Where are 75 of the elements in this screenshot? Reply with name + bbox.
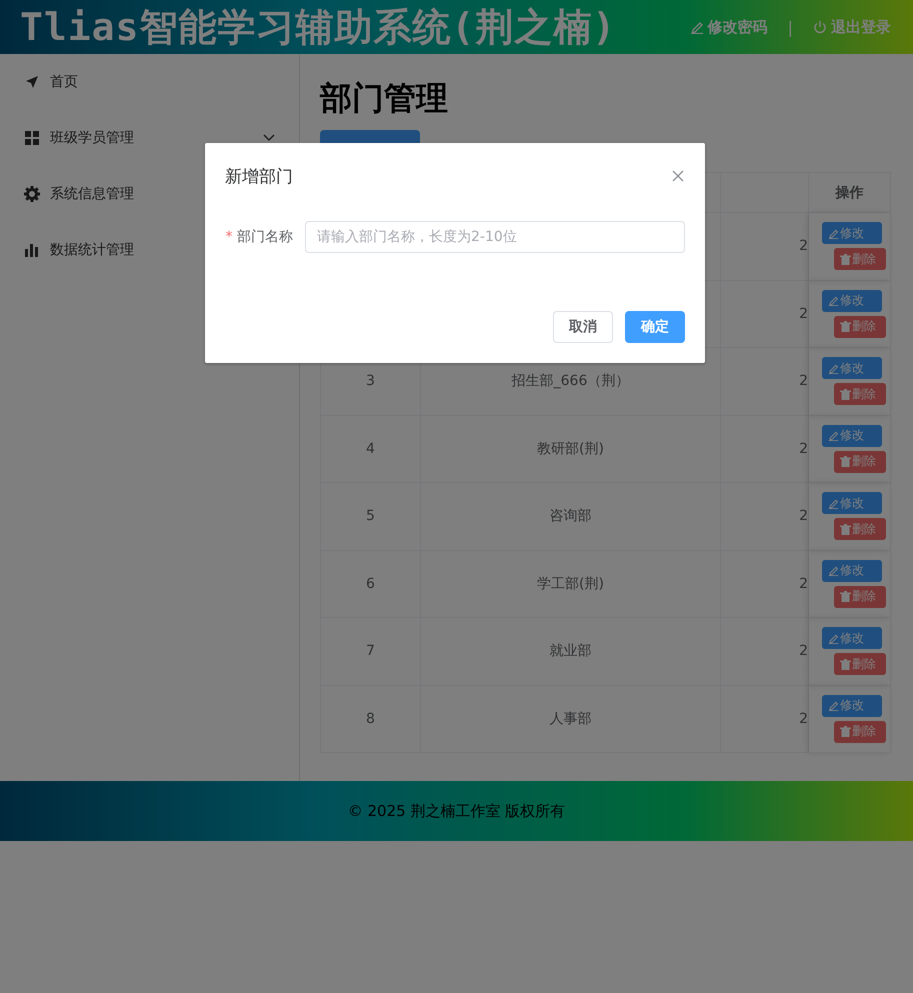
chevron-down-icon [263, 134, 275, 142]
power-icon [813, 20, 827, 34]
pencil-icon [828, 430, 839, 442]
edit-button[interactable]: 修改 [822, 222, 882, 244]
edit-button[interactable]: 修改 [822, 290, 882, 312]
table-cell: 2 [799, 440, 808, 457]
pencil-icon [828, 228, 839, 239]
edit-button[interactable]: 修改 [822, 560, 882, 582]
cancel-button[interactable]: 取消 [553, 311, 613, 343]
table-cell: 咨询部 [550, 507, 592, 526]
delete-button[interactable]: 删除 [834, 450, 886, 473]
trash-icon [840, 658, 851, 670]
pencil-icon [828, 632, 839, 644]
trash-icon [840, 254, 851, 265]
grid-icon [25, 131, 39, 145]
confirm-button[interactable]: 确定 [625, 311, 685, 343]
logout-link[interactable]: 退出登录 [813, 18, 891, 36]
delete-button[interactable]: 删除 [834, 383, 886, 406]
table-cell: 招生部_666（荆） [512, 372, 630, 390]
close-icon[interactable] [671, 169, 685, 183]
change-password-link[interactable]: 修改密码 [690, 18, 768, 36]
edit-button[interactable]: 修改 [822, 424, 882, 447]
pencil-icon [828, 565, 839, 576]
delete-button[interactable]: 删除 [834, 518, 886, 540]
trash-icon [840, 524, 851, 535]
page-title: 部门管理 [320, 78, 449, 119]
department-name-field[interactable]: 请输入部门名称，长度为2-10位 [305, 221, 685, 253]
sidebar-item[interactable]: 班级学员管理 [0, 110, 299, 166]
table-cell: 5 [366, 508, 375, 524]
column-header: 操作 [836, 184, 864, 202]
edit-button[interactable]: 修改 [822, 492, 882, 514]
table-cell: 学工部(荆) [537, 574, 604, 593]
trash-icon [840, 456, 851, 468]
table-cell: 人事部 [550, 710, 592, 728]
table-cell: 3 [366, 373, 375, 390]
pencil-icon [828, 498, 839, 509]
delete-button[interactable]: 删除 [834, 653, 886, 676]
trash-icon [840, 388, 851, 400]
pencil-icon [828, 295, 839, 306]
required-mark: * [226, 229, 233, 245]
gear-icon [24, 186, 40, 202]
pencil-icon [690, 20, 704, 34]
table-cell: 7 [366, 643, 375, 660]
table-cell: 2 [799, 508, 808, 524]
edit-button[interactable]: 修改 [822, 357, 882, 380]
trash-icon [840, 321, 851, 332]
pencil-icon [828, 700, 839, 712]
sidebar-item[interactable]: 首页 [0, 54, 299, 110]
separator: | [788, 18, 793, 36]
table-cell: 2 [799, 643, 808, 660]
footer-text: © 2025 荆之楠工作室 版权所有 [348, 802, 566, 820]
table-cell: 8 [366, 710, 375, 727]
pencil-icon [828, 362, 839, 374]
delete-button[interactable]: 删除 [834, 720, 886, 743]
edit-button[interactable]: 修改 [822, 694, 882, 717]
delete-button[interactable]: 删除 [834, 316, 886, 338]
dialog-title: 新增部门 [225, 166, 293, 188]
table-cell: 6 [366, 576, 375, 592]
table-cell: 2 [799, 238, 808, 254]
table-cell: 2 [799, 373, 808, 390]
table-cell: 教研部(荆) [537, 440, 604, 458]
app-title: Tlias智能学习辅助系统(荆之楠) [20, 4, 618, 50]
paper-plane-icon [25, 75, 39, 89]
bar-chart-icon [25, 243, 39, 257]
edit-button[interactable]: 修改 [822, 627, 882, 650]
delete-button[interactable]: 删除 [834, 586, 886, 608]
delete-button[interactable]: 删除 [834, 248, 886, 270]
trash-icon [840, 726, 851, 738]
field-label: 部门名称 [237, 229, 293, 245]
table-cell: 2 [799, 576, 808, 592]
trash-icon [840, 591, 851, 602]
table-cell: 2 [799, 306, 808, 322]
table-cell: 2 [799, 710, 808, 727]
table-cell: 4 [366, 440, 375, 457]
table-cell: 就业部 [550, 642, 592, 660]
